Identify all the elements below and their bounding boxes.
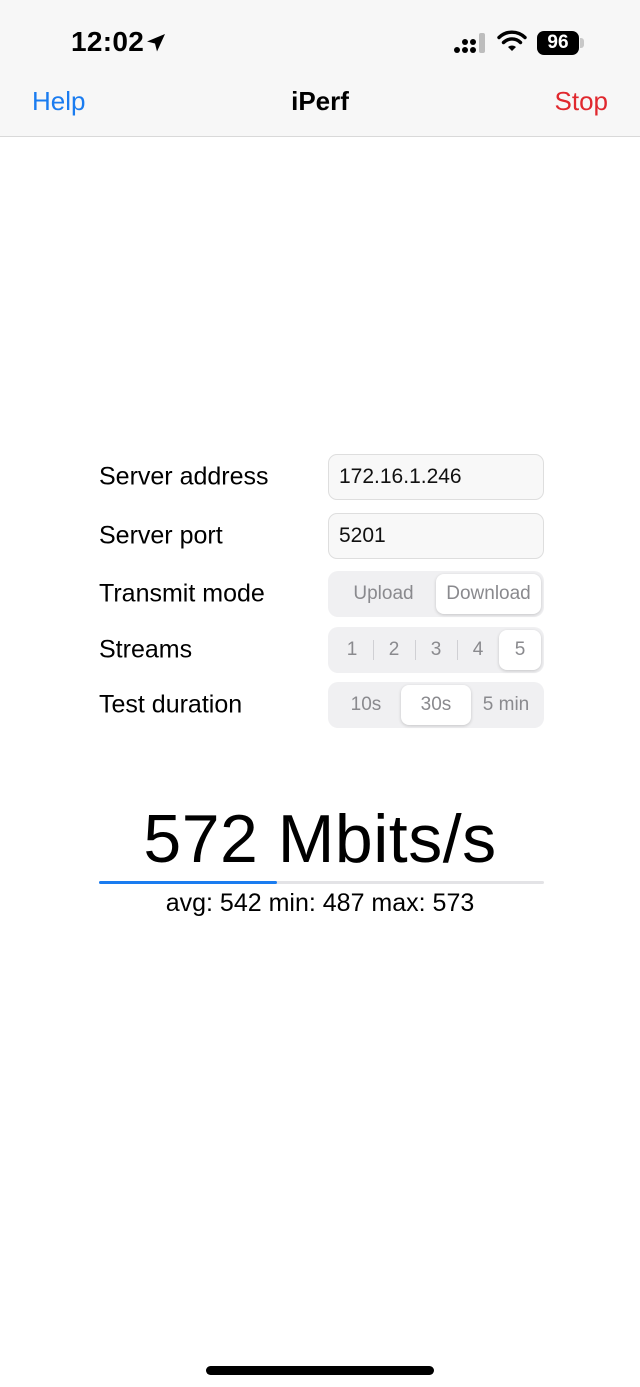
streams-option-1[interactable]: 1 [331, 630, 373, 670]
streams-label: Streams [99, 635, 193, 664]
server-address-input[interactable] [328, 454, 544, 500]
top-bar: 12:02 96 Help iPerf Stop [0, 0, 640, 137]
server-port-row: Server port [99, 513, 544, 559]
test-duration-row: Test duration 10s 30s 5 min [99, 682, 544, 728]
transmit-mode-control: Upload Download [328, 571, 544, 617]
test-duration-5min[interactable]: 5 min [471, 685, 541, 725]
streams-row: Streams 1 2 3 4 5 [99, 627, 544, 673]
streams-option-5[interactable]: 5 [499, 630, 541, 670]
cellular-signal-icon [454, 33, 485, 53]
transmit-mode-download[interactable]: Download [436, 574, 541, 614]
transmit-mode-upload[interactable]: Upload [331, 574, 436, 614]
battery-cap [580, 38, 584, 48]
test-duration-10s[interactable]: 10s [331, 685, 401, 725]
transmit-mode-label: Transmit mode [99, 579, 265, 608]
test-duration-control: 10s 30s 5 min [328, 682, 544, 728]
help-button[interactable]: Help [32, 86, 85, 117]
iperf-screen: 12:02 96 Help iPerf Stop Server address [0, 0, 640, 1387]
test-duration-label: Test duration [99, 690, 243, 719]
home-indicator [206, 1366, 434, 1375]
wifi-icon [497, 30, 527, 51]
server-port-label: Server port [99, 521, 223, 550]
streams-option-2[interactable]: 2 [373, 630, 415, 670]
test-progress-bar [99, 881, 544, 884]
location-arrow-icon [147, 34, 165, 52]
server-address-label: Server address [99, 462, 269, 491]
battery-icon: 96 [537, 31, 579, 55]
streams-option-3[interactable]: 3 [415, 630, 457, 670]
server-port-input[interactable] [328, 513, 544, 559]
server-address-row: Server address [99, 454, 544, 500]
test-duration-30s[interactable]: 30s [401, 685, 471, 725]
stop-button[interactable]: Stop [555, 86, 609, 117]
nav-title: iPerf [291, 86, 349, 116]
transmit-mode-row: Transmit mode Upload Download [99, 571, 544, 617]
throughput-value: 572 Mbits/s [143, 801, 497, 877]
status-time: 12:02 [71, 26, 145, 57]
streams-control: 1 2 3 4 5 [328, 627, 544, 673]
battery-level: 96 [547, 32, 569, 53]
throughput-stats: avg: 542 min: 487 max: 573 [165, 889, 475, 917]
streams-option-4[interactable]: 4 [457, 630, 499, 670]
test-progress-fill [99, 881, 277, 884]
